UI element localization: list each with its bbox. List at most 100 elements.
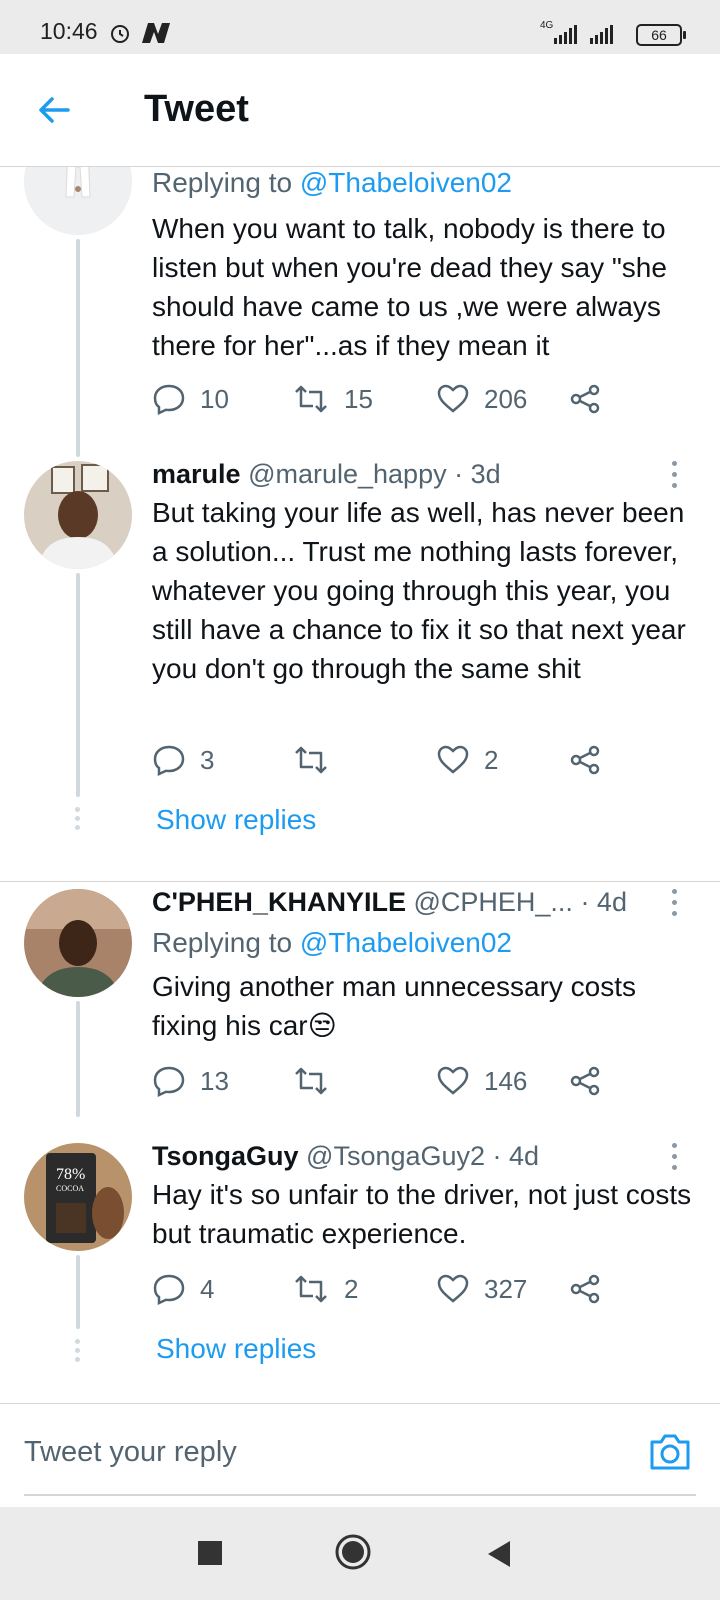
- tweet-text: When you want to talk, nobody is there t…: [152, 213, 667, 361]
- tweet-actions: 3 2: [152, 740, 652, 780]
- status-time: 10:46: [40, 18, 98, 44]
- reply-count: 4: [200, 1273, 215, 1304]
- retweet-button[interactable]: 15: [292, 379, 373, 419]
- like-count: 206: [484, 383, 528, 414]
- replying-to: Replying to @Thabeloiven02: [152, 927, 512, 959]
- like-icon: [437, 1066, 469, 1095]
- share-icon: [570, 1066, 600, 1096]
- handle[interactable]: @marule_happy: [248, 459, 447, 489]
- avatar[interactable]: [24, 167, 132, 235]
- like-button[interactable]: 2: [436, 740, 498, 780]
- nav-back-icon[interactable]: [484, 1539, 512, 1569]
- display-name[interactable]: marule: [152, 459, 241, 489]
- reply-input[interactable]: Tweet your reply: [24, 1436, 237, 1469]
- tweet-text: Giving another man unnecessary costs fix…: [152, 971, 637, 1041]
- retweet-icon: [295, 1067, 327, 1095]
- reply-count: 3: [200, 744, 215, 775]
- display-name[interactable]: C'PHEH_KHANYILE: [152, 887, 406, 917]
- avatar[interactable]: 78% COCOA: [24, 1143, 132, 1251]
- reply-icon: [153, 1066, 185, 1097]
- tweet-header: C'PHEH_KHANYILE @CPHEH_... · 4d: [152, 887, 627, 918]
- reply-icon: [153, 384, 185, 415]
- tweet-thread[interactable]: Replying to @Thabeloiven02 When you want…: [0, 167, 720, 1403]
- avatar-label-small: COCOA: [56, 1184, 84, 1193]
- reply-icon: [153, 745, 185, 776]
- tweet-actions: 13 146: [152, 1061, 652, 1101]
- show-replies-link[interactable]: Show replies: [156, 804, 316, 836]
- tweet-header: TsongaGuy @TsongaGuy2 · 4d: [152, 1141, 539, 1172]
- like-icon: [437, 745, 469, 774]
- tweet-actions: 10 15 206: [152, 379, 652, 419]
- more-icon[interactable]: [672, 1143, 680, 1176]
- thread-line: [76, 1001, 80, 1117]
- alarm-icon: [111, 25, 129, 43]
- retweet-icon: [295, 746, 327, 774]
- like-button[interactable]: 327: [436, 1269, 527, 1309]
- thread-dots: [75, 807, 81, 834]
- reply-count: 10: [200, 383, 229, 414]
- share-icon: [570, 1274, 600, 1304]
- share-button[interactable]: [568, 379, 616, 419]
- share-button[interactable]: [568, 1061, 616, 1101]
- battery-icon: 66: [636, 24, 686, 46]
- avatar[interactable]: [24, 889, 132, 997]
- tweet-time: · 4d: [485, 1141, 540, 1171]
- retweet-button[interactable]: 2: [292, 1269, 358, 1309]
- replying-to-prefix: Replying to: [152, 167, 300, 198]
- like-button[interactable]: 206: [436, 379, 527, 419]
- reply-button[interactable]: 10: [152, 379, 229, 419]
- retweet-count: 15: [344, 383, 373, 414]
- more-icon[interactable]: [672, 889, 680, 922]
- camera-icon[interactable]: [648, 1432, 692, 1472]
- page-title: Tweet: [144, 88, 249, 130]
- signal-icon-2: [590, 25, 613, 44]
- tweet-text: But taking your life as well, has never …: [152, 497, 686, 684]
- replying-to-handle[interactable]: @Thabeloiven02: [300, 167, 512, 198]
- retweet-count: 2: [344, 1273, 359, 1304]
- reply-icon: [153, 1274, 185, 1305]
- tweet-time: · 3d: [446, 459, 501, 489]
- thread-dots: [75, 1339, 81, 1366]
- divider: [0, 881, 720, 882]
- avatar-label-big: 78%: [56, 1166, 85, 1183]
- like-count: 327: [484, 1273, 528, 1304]
- reply-count: 13: [200, 1065, 229, 1096]
- replying-to-handle[interactable]: @Thabeloiven02: [300, 927, 512, 958]
- share-icon: [570, 384, 600, 414]
- share-button[interactable]: [568, 1269, 616, 1309]
- replying-to: Replying to @Thabeloiven02: [152, 167, 512, 199]
- more-icon[interactable]: [672, 461, 680, 494]
- back-arrow-icon[interactable]: [36, 92, 72, 128]
- status-bar: 10:46 4G 66: [0, 0, 720, 54]
- share-icon: [570, 745, 600, 775]
- retweet-icon: [295, 1275, 327, 1303]
- share-button[interactable]: [568, 740, 616, 780]
- app-notification-icon: [142, 23, 170, 43]
- show-replies-link[interactable]: Show replies: [156, 1333, 316, 1365]
- system-nav-bar: [0, 1507, 720, 1600]
- tweet-actions: 4 2 327: [152, 1269, 652, 1309]
- like-icon: [437, 1274, 469, 1303]
- retweet-button[interactable]: [292, 1061, 344, 1101]
- input-underline: [24, 1494, 696, 1496]
- reply-button[interactable]: 13: [152, 1061, 229, 1101]
- tweet-time: · 4d: [572, 887, 627, 917]
- like-icon: [437, 384, 469, 413]
- thread-line: [76, 1255, 80, 1329]
- retweet-button[interactable]: [292, 740, 344, 780]
- reply-button[interactable]: 4: [152, 1269, 214, 1309]
- display-name[interactable]: TsongaGuy: [152, 1141, 299, 1171]
- handle[interactable]: @CPHEH_...: [413, 887, 572, 917]
- handle[interactable]: @TsongaGuy2: [306, 1141, 485, 1171]
- reply-composer[interactable]: Tweet your reply: [0, 1403, 720, 1508]
- nav-home-icon[interactable]: [334, 1533, 372, 1571]
- nav-recents-icon[interactable]: [196, 1539, 224, 1567]
- avatar[interactable]: [24, 461, 132, 569]
- like-count: 2: [484, 744, 499, 775]
- like-button[interactable]: 146: [436, 1061, 527, 1101]
- tweet-text: Hay it's so unfair to the driver, not ju…: [152, 1179, 692, 1249]
- replying-to-prefix: Replying to: [152, 927, 300, 958]
- top-app-bar: Tweet: [0, 54, 720, 167]
- tweet-header: marule @marule_happy · 3d: [152, 459, 501, 490]
- reply-button[interactable]: 3: [152, 740, 214, 780]
